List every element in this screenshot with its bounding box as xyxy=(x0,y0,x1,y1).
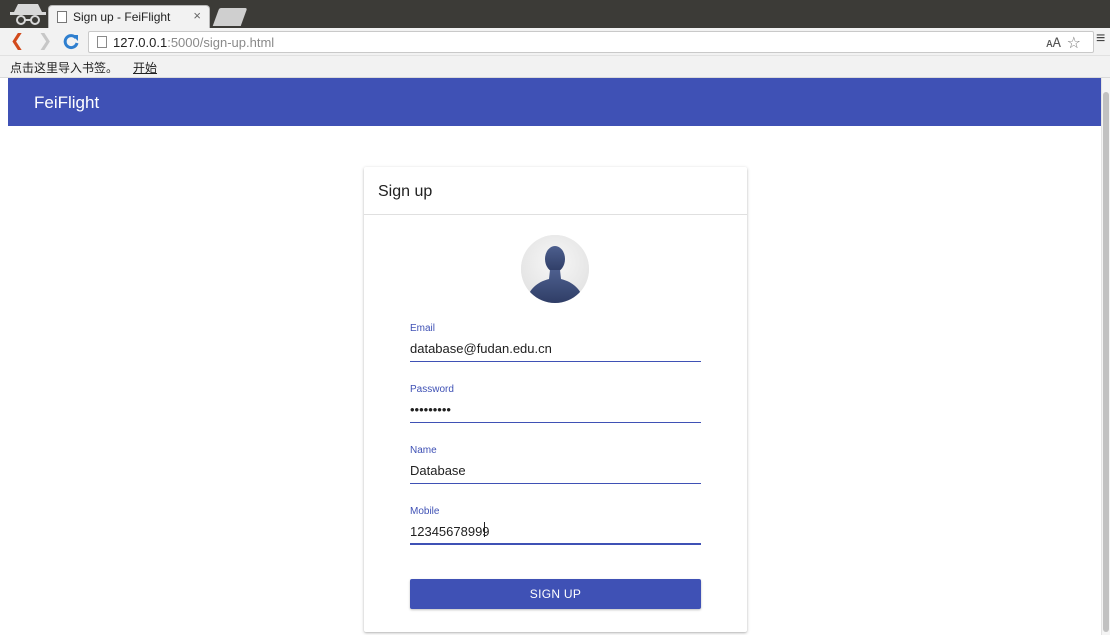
page-viewport: FeiFlight Sign up Email database@fudan.e… xyxy=(0,78,1110,635)
brand-title[interactable]: FeiFlight xyxy=(34,93,99,113)
page-scrollbar[interactable] xyxy=(1101,78,1110,635)
tab-title: Sign up - FeiFlight xyxy=(73,10,171,24)
bookmarks-import-prompt: 点击这里导入书签。 xyxy=(10,61,119,75)
user-silhouette-icon xyxy=(521,235,589,303)
browser-tab-bar: Sign up - FeiFlight × xyxy=(0,0,1110,28)
name-label: Name xyxy=(410,445,437,456)
bookmark-star-icon[interactable]: ☆ xyxy=(1067,33,1081,53)
name-field: Name xyxy=(410,445,701,489)
email-input[interactable] xyxy=(410,337,701,359)
mobile-input[interactable] xyxy=(410,520,701,542)
back-icon[interactable]: ❮ xyxy=(10,31,24,51)
new-tab-button[interactable] xyxy=(212,8,248,26)
scrollbar-thumb[interactable] xyxy=(1103,92,1109,632)
signup-card: Sign up Email database@fudan.edu.cn Pass… xyxy=(364,167,747,632)
mobile-underline xyxy=(410,543,701,545)
incognito-icon xyxy=(10,4,46,25)
mobile-label: Mobile xyxy=(410,506,440,517)
signup-button[interactable]: SIGN UP xyxy=(410,579,701,609)
email-field: Email xyxy=(410,323,701,367)
email-underline xyxy=(410,361,701,362)
close-icon[interactable]: × xyxy=(193,8,201,23)
browser-tab[interactable]: Sign up - FeiFlight × xyxy=(48,5,210,28)
password-field: Password xyxy=(410,384,701,428)
bookmarks-bar: 点击这里导入书签。 开始 xyxy=(0,56,1110,78)
password-label: Password xyxy=(410,384,454,395)
mobile-field: Mobile xyxy=(410,506,701,550)
name-underline xyxy=(410,483,701,484)
name-input[interactable] xyxy=(410,459,701,481)
avatar xyxy=(521,235,589,303)
translate-icon[interactable]: 🗚 xyxy=(1046,35,1061,51)
address-bar[interactable]: 127.0.0.1:5000/sign-up.html 🗚 ☆ xyxy=(88,31,1094,53)
page-icon xyxy=(57,11,67,23)
card-header: Sign up xyxy=(364,167,747,215)
password-input[interactable] xyxy=(410,398,701,420)
reload-icon[interactable] xyxy=(62,33,80,51)
forward-icon[interactable]: ❯ xyxy=(38,31,52,51)
app-bar: FeiFlight xyxy=(8,78,1101,126)
bookmarks-start-link[interactable]: 开始 xyxy=(133,59,157,76)
password-underline xyxy=(410,422,701,423)
card-title: Sign up xyxy=(378,183,433,200)
text-caret xyxy=(484,522,485,537)
menu-icon[interactable]: ≡ xyxy=(1096,30,1105,48)
browser-toolbar: ❮ ❯ 127.0.0.1:5000/sign-up.html 🗚 ☆ ≡ xyxy=(0,28,1110,56)
page-icon xyxy=(97,36,107,48)
email-label: Email xyxy=(410,323,436,334)
url-text: 127.0.0.1:5000/sign-up.html xyxy=(113,35,275,50)
